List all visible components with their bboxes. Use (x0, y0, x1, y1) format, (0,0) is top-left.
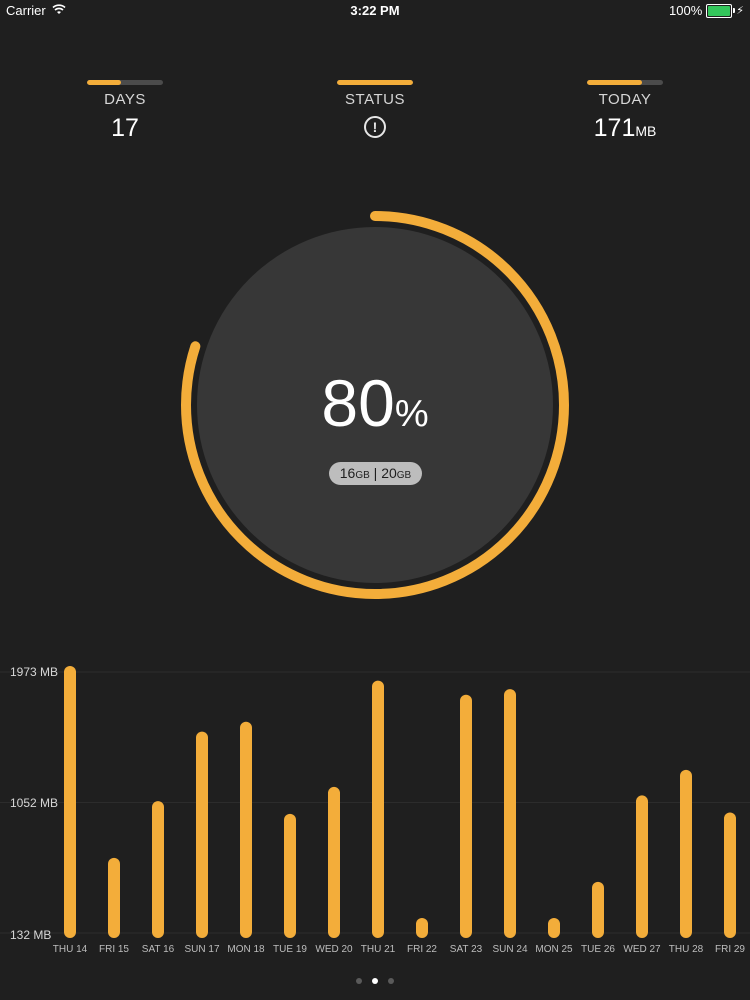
gauge-readout: 80% (0, 365, 750, 441)
page-dot[interactable] (388, 978, 394, 984)
page-dot[interactable] (372, 978, 378, 984)
capacity-pill: 16GB | 20GB (329, 462, 422, 485)
capacity-separator: | (373, 465, 378, 481)
percent-sign: % (394, 393, 429, 435)
page-dot[interactable] (356, 978, 362, 984)
y-tick-max: 1973 MB (10, 665, 59, 679)
y-tick-mid: 1052 MB (10, 796, 59, 810)
percent-value: 80 (321, 366, 395, 440)
x-tick-label: FRI 29 (714, 944, 745, 955)
chart-plot (0, 666, 750, 938)
total-value: 20 (381, 465, 397, 481)
usage-gauge (181, 211, 569, 599)
used-value: 16 (339, 465, 356, 481)
total-unit: GB (396, 470, 412, 481)
used-unit: GB (355, 470, 370, 481)
daily-usage-chart: 1973 MB 1052 MB 132 MB THU 14 FRI 15 SAT 1… (0, 650, 750, 970)
y-tick-min: 132 MB (10, 928, 52, 942)
page-indicator[interactable] (0, 978, 750, 984)
